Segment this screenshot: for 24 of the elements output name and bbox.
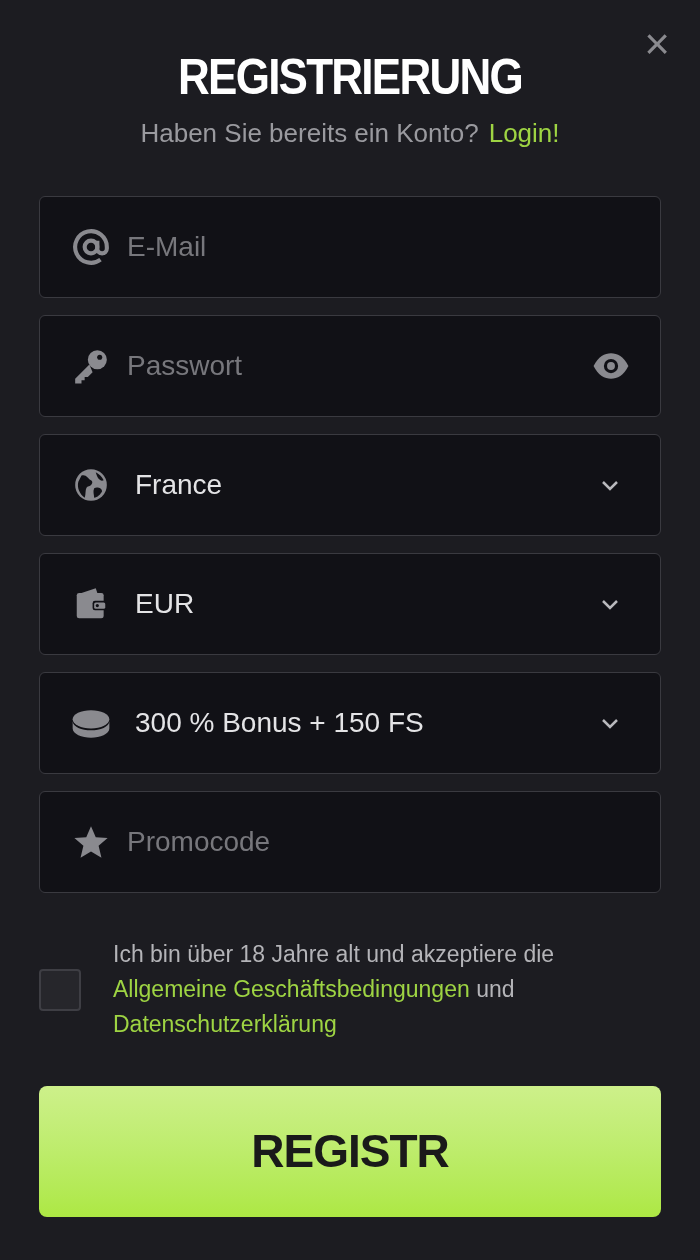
- heading: REGISTRIERUNG: [177, 48, 523, 107]
- select-field[interactable]: 300 % Bonus + 150 FS: [39, 672, 661, 774]
- key-icon: [72, 347, 110, 385]
- select-value: 300 % Bonus + 150 FS: [135, 706, 425, 740]
- password-box[interactable]: Passwort: [39, 315, 661, 417]
- input-field[interactable]: E-Mail: [127, 197, 630, 297]
- terms-link[interactable]: Datenschutzerklärung: [113, 1011, 337, 1037]
- login-prompt: Haben Sie bereits ein Konto?: [140, 117, 479, 150]
- password-field[interactable]: Passwort: [127, 316, 592, 416]
- select-value: EUR: [135, 587, 196, 621]
- select-value: France: [135, 468, 224, 502]
- register-button[interactable]: REGISTR: [39, 1086, 661, 1217]
- input-box[interactable]: Promocode: [39, 791, 661, 893]
- terms-link[interactable]: Allgemeine Geschäftsbedingungen: [113, 976, 470, 1002]
- select-field[interactable]: France: [39, 434, 661, 536]
- select-field[interactable]: EUR: [39, 553, 661, 655]
- checkbox[interactable]: [39, 968, 81, 1011]
- input-box[interactable]: E-Mail: [39, 196, 661, 298]
- close-button[interactable]: ×: [644, 22, 670, 66]
- input-field[interactable]: Promocode: [127, 792, 630, 892]
- login-link[interactable]: Login!: [488, 116, 560, 150]
- at-icon: [72, 228, 110, 266]
- consent-text: Ich bin über 18 Jahre alt und akzeptiere die Allgemeine Geschäftsbedingungen und Datenschutzerklärung: [113, 940, 556, 1039]
- globe-icon: [72, 466, 110, 504]
